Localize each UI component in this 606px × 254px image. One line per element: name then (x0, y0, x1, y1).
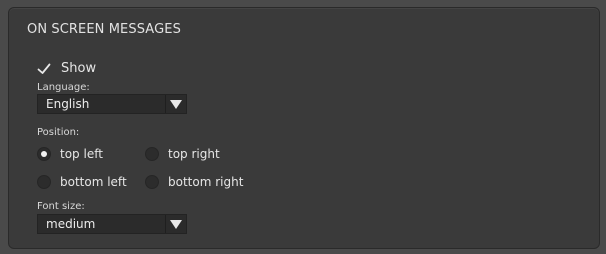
checkmark-icon (37, 61, 51, 75)
font-size-select[interactable]: medium (37, 214, 187, 234)
radio-top-left-label: top left (60, 147, 103, 161)
radio-bottom-right-label: bottom right (168, 175, 244, 189)
show-checkbox[interactable]: Show (37, 58, 96, 78)
on-screen-messages-panel: ON SCREEN MESSAGES Show Language: Englis… (8, 7, 600, 249)
triangle-down-icon (165, 215, 186, 233)
font-size-label: Font size: (37, 201, 85, 212)
radio-bottom-left[interactable]: bottom left (37, 172, 127, 192)
radio-top-left[interactable]: top left (37, 144, 103, 164)
radio-top-right-label: top right (168, 147, 220, 161)
radio-unselected-icon (37, 175, 51, 189)
panel-title: ON SCREEN MESSAGES (27, 22, 181, 37)
language-label: Language: (37, 82, 90, 93)
font-size-select-value: medium (46, 217, 96, 231)
radio-top-right[interactable]: top right (145, 144, 220, 164)
radio-bottom-right[interactable]: bottom right (145, 172, 243, 192)
triangle-down-icon (165, 95, 186, 113)
settings-window: ON SCREEN MESSAGES Show Language: Englis… (0, 0, 606, 254)
language-select-value: English (46, 97, 90, 111)
radio-unselected-icon (145, 147, 159, 161)
radio-selected-icon (37, 147, 51, 161)
position-label: Position: (37, 127, 80, 138)
show-label: Show (61, 60, 97, 76)
radio-bottom-left-label: bottom left (60, 175, 127, 189)
language-select[interactable]: English (37, 94, 187, 114)
radio-unselected-icon (145, 175, 159, 189)
